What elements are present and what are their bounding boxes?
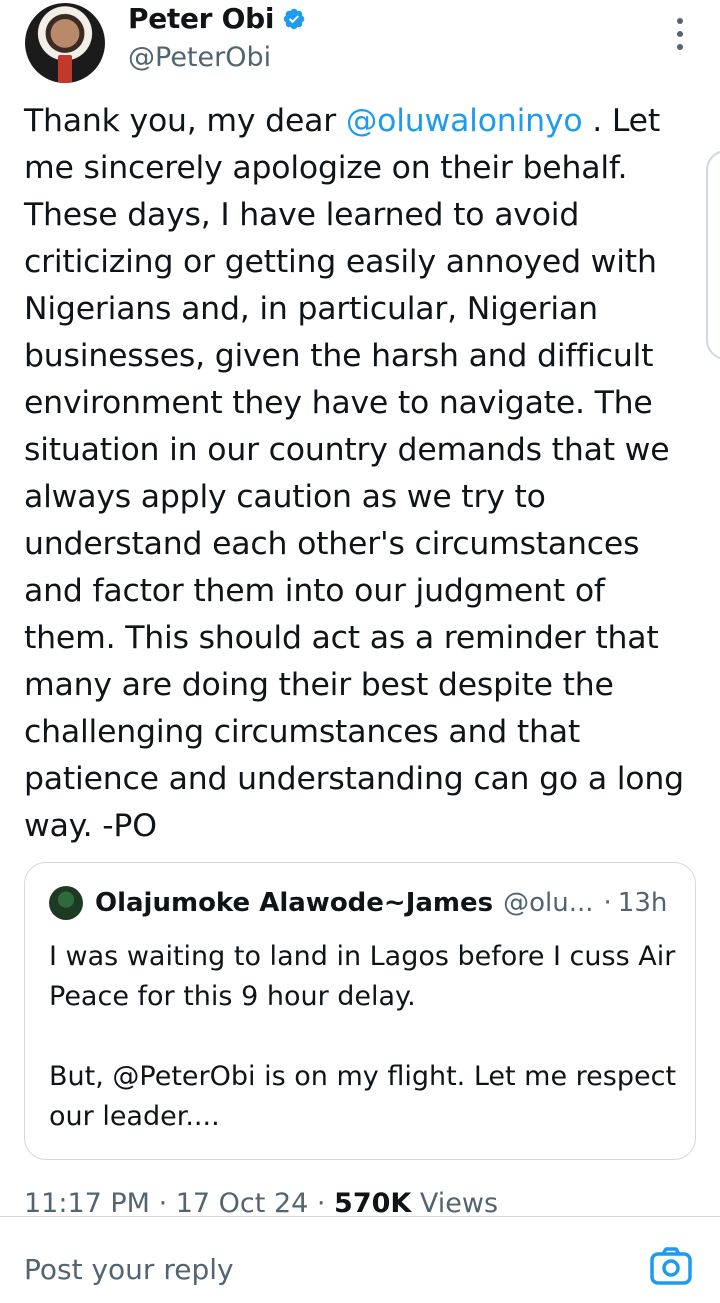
verified-badge-icon: [283, 8, 305, 29]
quoted-author-avatar[interactable]: [49, 886, 83, 920]
quoted-separator: ·: [603, 888, 612, 918]
author-name-row: Peter Obi: [128, 2, 306, 35]
post-date[interactable]: 17 Oct 24: [176, 1188, 309, 1219]
quoted-author-handle[interactable]: @olu...: [503, 888, 593, 918]
author-name[interactable]: Peter Obi: [128, 2, 274, 35]
tweet-header: Peter Obi @PeterObi: [0, 0, 720, 90]
quoted-tweet-header: Olajumoke Alawode~James @olu... · 13h: [49, 885, 667, 921]
quoted-tweet-card[interactable]: Olajumoke Alawode~James @olu... · 13h I …: [24, 862, 696, 1160]
quoted-author-name[interactable]: Olajumoke Alawode~James: [95, 888, 493, 918]
tweet-text-start: Thank you, my dear: [24, 103, 346, 139]
meta-separator-2: ·: [308, 1188, 335, 1219]
camera-icon[interactable]: [650, 1247, 692, 1285]
author-avatar[interactable]: [25, 3, 105, 83]
quoted-text-line2: But, @PeterObi is on my flight. Let me r…: [49, 1061, 677, 1132]
tweet-text: Thank you, my dear @oluwaloninyo . Let m…: [24, 98, 704, 850]
mention-link[interactable]: @oluwaloninyo: [346, 103, 583, 139]
quoted-timestamp[interactable]: 13h: [618, 888, 668, 918]
side-edge-decoration: [706, 150, 720, 360]
views-count[interactable]: 570K: [334, 1188, 411, 1219]
reply-bar: Post your reply: [0, 1216, 720, 1303]
quoted-tweet-text: I was waiting to land in Lagos before I …: [49, 937, 679, 1137]
meta-separator: ·: [149, 1188, 176, 1219]
tweet-text-rest: . Let me sincerely apologize on their be…: [24, 103, 684, 844]
reply-input[interactable]: Post your reply: [24, 1253, 234, 1286]
more-options-icon[interactable]: [672, 18, 688, 50]
quoted-text-line1: I was waiting to land in Lagos before I …: [49, 941, 676, 1012]
post-time[interactable]: 11:17 PM: [24, 1188, 150, 1219]
views-label: Views: [411, 1188, 499, 1219]
author-handle[interactable]: @PeterObi: [128, 42, 271, 73]
tweet-meta: 11:17 PM · 17 Oct 24 · 570K Views: [24, 1188, 498, 1219]
